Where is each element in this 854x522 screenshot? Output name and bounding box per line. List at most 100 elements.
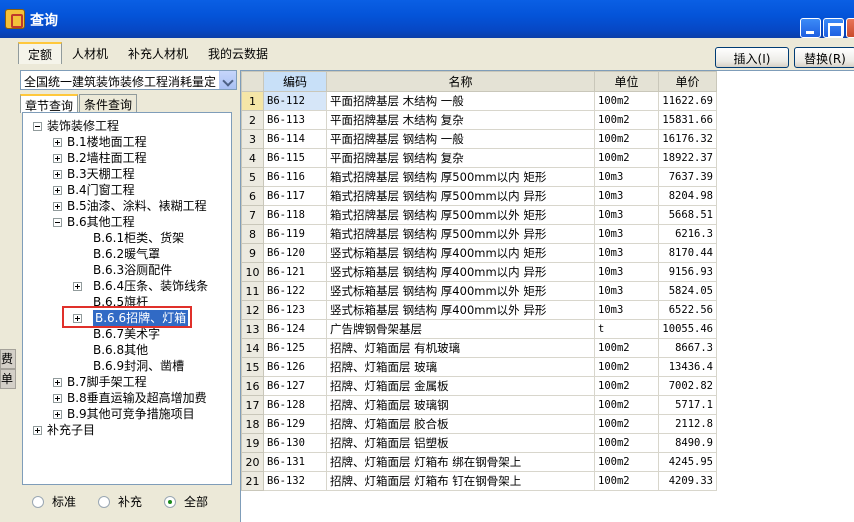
tree-node[interactable]: B.6.9封洞、凿槽 [23, 358, 228, 374]
cell-code[interactable]: B6-131 [263, 452, 327, 472]
tab-quota[interactable]: 定额 [18, 42, 63, 64]
table-row[interactable]: 18 B6-129 招牌、灯箱面层 胶合板 100m2 2112.8 [241, 414, 717, 434]
quota-grid[interactable]: 编码 名称 单位 单价 1 B6-112 平面招牌基层 木结构 一般 100m2 116… [240, 70, 854, 522]
tab-labor-material-machine[interactable]: 人材机 [62, 42, 118, 64]
cell-code[interactable]: B6-125 [263, 338, 327, 358]
cell-code[interactable]: B6-120 [263, 243, 327, 263]
row-number[interactable]: 17 [241, 395, 264, 415]
cell-name[interactable]: 平面招牌基层 钢结构 一般 [326, 129, 595, 149]
row-number[interactable]: 15 [241, 357, 264, 377]
cell-name[interactable]: 竖式标箱基层 钢结构 厚400mm以外 矩形 [326, 281, 595, 301]
row-number[interactable]: 11 [241, 281, 264, 301]
tab-my-cloud-data[interactable]: 我的云数据 [198, 42, 278, 64]
cell-unit[interactable]: 10m3 [594, 167, 659, 187]
radio-all[interactable] [164, 495, 177, 508]
cell-price[interactable]: 5717.1 [658, 395, 717, 415]
table-row[interactable]: 15 B6-126 招牌、灯箱面层 玻璃 100m2 13436.4 [241, 357, 717, 377]
tree-node[interactable]: B.5油漆、涂料、裱糊工程 [23, 198, 228, 214]
expand-icon[interactable] [53, 154, 62, 163]
cell-name[interactable]: 招牌、灯箱面层 胶合板 [326, 414, 595, 434]
table-row[interactable]: 1 B6-112 平面招牌基层 木结构 一般 100m2 11622.69 [241, 91, 717, 111]
expand-icon[interactable] [53, 170, 62, 179]
table-row[interactable]: 19 B6-130 招牌、灯箱面层 铝塑板 100m2 8490.9 [241, 433, 717, 453]
cell-name[interactable]: 招牌、灯箱面层 玻璃 [326, 357, 595, 377]
tree-node[interactable]: B.4门窗工程 [23, 182, 228, 198]
table-row[interactable]: 8 B6-119 箱式招牌基层 钢结构 厚500mm以外 异形 10m3 6216.3 [241, 224, 717, 244]
cell-code[interactable]: B6-115 [263, 148, 327, 168]
expand-icon[interactable] [53, 394, 62, 403]
cell-unit[interactable]: 100m2 [594, 395, 659, 415]
cell-unit[interactable]: 100m2 [594, 433, 659, 453]
row-number[interactable]: 7 [241, 205, 264, 225]
expand-icon[interactable] [53, 138, 62, 147]
tree-node[interactable]: B.3天棚工程 [23, 166, 228, 182]
row-number[interactable]: 3 [241, 129, 264, 149]
cell-unit[interactable]: 10m3 [594, 281, 659, 301]
cell-unit[interactable]: 10m3 [594, 243, 659, 263]
row-number[interactable]: 20 [241, 452, 264, 472]
table-row[interactable]: 7 B6-118 箱式招牌基层 钢结构 厚500mm以外 矩形 10m3 5668.51 [241, 205, 717, 225]
cell-name[interactable]: 竖式标箱基层 钢结构 厚400mm以内 异形 [326, 262, 595, 282]
tree-node[interactable]: B.6.1柜类、货架 [23, 230, 228, 246]
radio-standard[interactable] [32, 495, 44, 508]
tree-node[interactable]: 补充子目 [23, 422, 228, 438]
row-number[interactable]: 6 [241, 186, 264, 206]
cell-name[interactable]: 招牌、灯箱面层 有机玻璃 [326, 338, 595, 358]
cell-price[interactable]: 8204.98 [658, 186, 717, 206]
cell-price[interactable]: 5824.05 [658, 281, 717, 301]
cell-code[interactable]: B6-123 [263, 300, 327, 320]
cell-code[interactable]: B6-132 [263, 471, 327, 491]
cell-name[interactable]: 竖式标箱基层 钢结构 厚400mm以内 矩形 [326, 243, 595, 263]
table-row[interactable]: 20 B6-131 招牌、灯箱面层 灯箱布 绑在钢骨架上 100m2 4245.95 [241, 452, 717, 472]
cell-name[interactable]: 广告牌钢骨架基层 [326, 319, 595, 339]
minimize-button[interactable] [800, 18, 821, 38]
row-number[interactable]: 4 [241, 148, 264, 168]
tab-supplementary-materials[interactable]: 补充人材机 [118, 42, 198, 64]
table-row[interactable]: 16 B6-127 招牌、灯箱面层 金属板 100m2 7002.82 [241, 376, 717, 396]
row-number[interactable]: 9 [241, 243, 264, 263]
cell-name[interactable]: 箱式招牌基层 钢结构 厚500mm以内 矩形 [326, 167, 595, 187]
table-row[interactable]: 2 B6-113 平面招牌基层 木结构 复杂 100m2 15831.66 [241, 110, 717, 130]
cell-name[interactable]: 箱式招牌基层 钢结构 厚500mm以内 异形 [326, 186, 595, 206]
table-row[interactable]: 5 B6-116 箱式招牌基层 钢结构 厚500mm以内 矩形 10m3 7637.39 [241, 167, 717, 187]
tree-node[interactable]: B.6.3浴厕配件 [23, 262, 228, 278]
collapse-icon[interactable] [33, 122, 42, 131]
tree-node[interactable]: B.1楼地面工程 [23, 134, 228, 150]
collapse-icon[interactable] [53, 218, 62, 227]
cell-code[interactable]: B6-130 [263, 433, 327, 453]
radio-supplement[interactable] [98, 495, 111, 508]
tree-node[interactable]: B.6.7美术字 [23, 326, 228, 342]
row-number[interactable]: 12 [241, 300, 264, 320]
filter-all[interactable]: 全部 [164, 493, 208, 510]
cell-code[interactable]: B6-117 [263, 186, 327, 206]
column-header-code[interactable]: 编码 [263, 71, 327, 92]
row-number[interactable]: 10 [241, 262, 264, 282]
cell-name[interactable]: 招牌、灯箱面层 金属板 [326, 376, 595, 396]
filter-supplement[interactable]: 补充 [98, 493, 142, 510]
row-number[interactable]: 13 [241, 319, 264, 339]
cell-price[interactable]: 4209.33 [658, 471, 717, 491]
cell-name[interactable]: 箱式招牌基层 钢结构 厚500mm以外 异形 [326, 224, 595, 244]
cell-name[interactable]: 平面招牌基层 木结构 一般 [326, 91, 595, 111]
cell-price[interactable]: 8490.9 [658, 433, 717, 453]
cell-unit[interactable]: 100m2 [594, 338, 659, 358]
cell-unit[interactable]: 100m2 [594, 376, 659, 396]
cell-code[interactable]: B6-124 [263, 319, 327, 339]
cell-price[interactable]: 8170.44 [658, 243, 717, 263]
cell-name[interactable]: 箱式招牌基层 钢结构 厚500mm以外 矩形 [326, 205, 595, 225]
cell-unit[interactable]: 10m3 [594, 300, 659, 320]
cell-price[interactable]: 7637.39 [658, 167, 717, 187]
cell-unit[interactable]: 100m2 [594, 148, 659, 168]
table-row[interactable]: 10 B6-121 竖式标箱基层 钢结构 厚400mm以内 异形 10m3 9156.9… [241, 262, 717, 282]
cell-price[interactable]: 7002.82 [658, 376, 717, 396]
table-row[interactable]: 13 B6-124 广告牌钢骨架基层 t 10055.46 [241, 319, 717, 339]
row-number[interactable]: 2 [241, 110, 264, 130]
tree-node[interactable]: B.8垂直运输及超高增加费 [23, 390, 228, 406]
cell-name[interactable]: 招牌、灯箱面层 铝塑板 [326, 433, 595, 453]
cell-name[interactable]: 招牌、灯箱面层 灯箱布 绑在钢骨架上 [326, 452, 595, 472]
cell-unit[interactable]: 100m2 [594, 91, 659, 111]
replace-button[interactable]: 替换(R) [794, 47, 854, 68]
expand-icon[interactable] [53, 186, 62, 195]
cell-code[interactable]: B6-126 [263, 357, 327, 377]
cell-code[interactable]: B6-114 [263, 129, 327, 149]
